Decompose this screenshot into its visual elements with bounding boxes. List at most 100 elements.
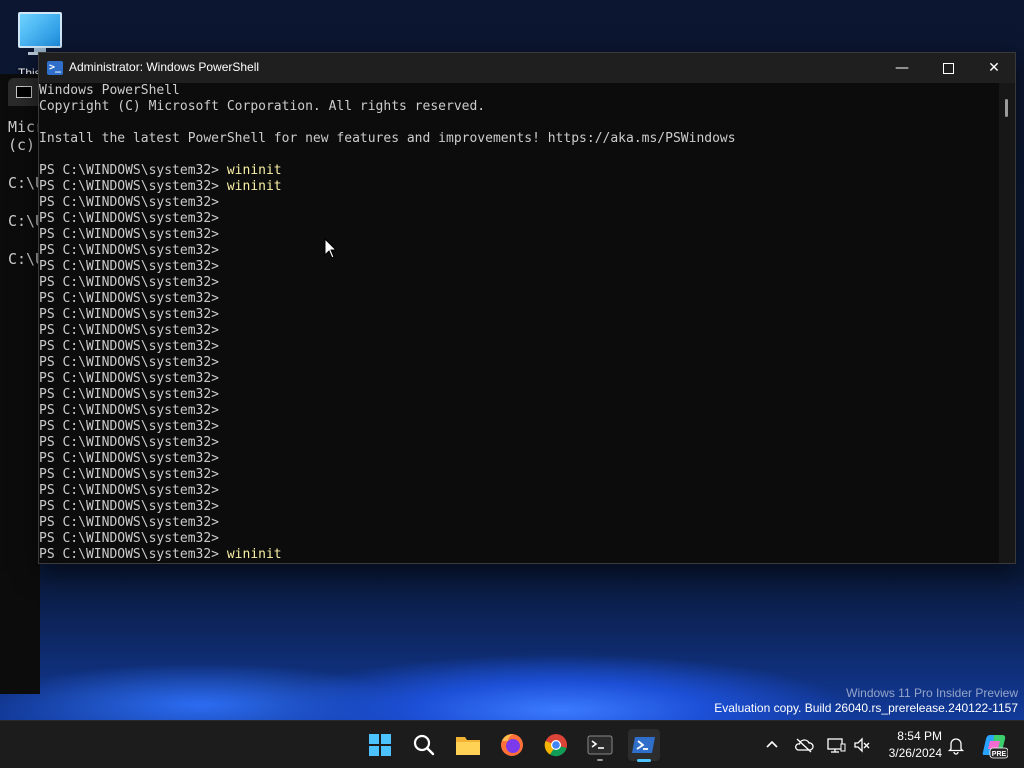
command-text: wininit	[226, 547, 282, 562]
prompt-text: PS C:\WINDOWS\system32>	[39, 195, 227, 210]
console-prompt-line: PS C:\WINDOWS\system32>	[39, 435, 999, 451]
console-prompt-line: PS C:\WINDOWS\system32>	[39, 451, 999, 467]
console-prompt-line: PS C:\WINDOWS\system32> wininit	[39, 547, 999, 563]
mouse-pointer-icon	[324, 238, 338, 259]
powershell-icon	[632, 737, 655, 753]
console-prompt-line: PS C:\WINDOWS\system32>	[39, 211, 999, 227]
prompt-text: PS C:\WINDOWS\system32>	[39, 275, 227, 290]
prompt-text: PS C:\WINDOWS\system32>	[39, 547, 227, 562]
firefox-button[interactable]	[496, 729, 528, 761]
command-text: wininit	[226, 163, 282, 178]
taskbar: 8:54 PM 3/26/2024 PRE	[0, 720, 1024, 768]
prompt-text: PS C:\WINDOWS\system32>	[39, 371, 227, 386]
maximize-icon	[942, 62, 954, 74]
cmd-line: (c)	[8, 136, 36, 154]
prompt-text: PS C:\WINDOWS\system32>	[39, 227, 227, 242]
console-prompt-line: PS C:\WINDOWS\system32>	[39, 355, 999, 371]
search-button[interactable]	[408, 729, 440, 761]
console-prompt-line: PS C:\WINDOWS\system32> wininit	[39, 163, 999, 179]
console-output[interactable]: Windows PowerShell Copyright (C) Microsof…	[39, 83, 999, 563]
copilot-icon: PRE	[982, 735, 1009, 759]
terminal-button[interactable]	[584, 729, 616, 761]
window-title: Administrator: Windows PowerShell	[69, 60, 260, 74]
folder-icon	[456, 737, 480, 755]
firefox-icon	[501, 734, 523, 756]
prompt-text: PS C:\WINDOWS\system32>	[39, 179, 227, 194]
prompt-text: PS C:\WINDOWS\system32>	[39, 467, 227, 482]
watermark-build: Evaluation copy. Build 26040.rs_prerelea…	[714, 701, 1018, 715]
show-hidden-icons-button[interactable]	[760, 733, 784, 757]
console-prompt-line: PS C:\WINDOWS\system32>	[39, 403, 999, 419]
console-prompt-line: PS C:\WINDOWS\system32>	[39, 387, 999, 403]
prompt-text: PS C:\WINDOWS\system32>	[39, 435, 227, 450]
console-prompt-line: PS C:\WINDOWS\system32>	[39, 259, 999, 275]
chrome-button[interactable]	[540, 729, 572, 761]
console-header-line: Copyright (C) Microsoft Corporation. All…	[39, 99, 486, 114]
onedrive-button[interactable]	[792, 733, 816, 757]
console-prompt-line: PS C:\WINDOWS\system32>	[39, 323, 999, 339]
prompt-text: PS C:\WINDOWS\system32>	[39, 515, 227, 530]
console-prompt-line: PS C:\WINDOWS\system32>	[39, 531, 999, 547]
prompt-text: PS C:\WINDOWS\system32>	[39, 291, 227, 306]
volume-muted-icon	[854, 737, 870, 753]
console-prompt-line: PS C:\WINDOWS\system32>	[39, 243, 999, 259]
chevron-up-icon	[766, 740, 778, 748]
network-monitor-icon	[827, 738, 846, 753]
cloud-offline-icon	[795, 738, 814, 753]
cmd-icon	[16, 86, 32, 98]
close-button[interactable]: ✕	[971, 53, 1017, 83]
file-explorer-button[interactable]	[452, 729, 484, 761]
cmd-line: Micr	[8, 118, 40, 136]
prompt-text: PS C:\WINDOWS\system32>	[39, 355, 227, 370]
cmd-tab[interactable]	[8, 78, 40, 106]
prompt-text: PS C:\WINDOWS\system32>	[39, 323, 227, 338]
cmd-line: C:\U	[8, 250, 40, 268]
prompt-text: PS C:\WINDOWS\system32>	[39, 451, 227, 466]
background-cmd-window[interactable]: Micr (c) C:\U C:\U C:\U	[0, 74, 40, 694]
console-prompt-line: PS C:\WINDOWS\system32>	[39, 483, 999, 499]
prompt-text: PS C:\WINDOWS\system32>	[39, 419, 227, 434]
console-prompt-line: PS C:\WINDOWS\system32>	[39, 371, 999, 387]
console-prompt-line: PS C:\WINDOWS\system32>	[39, 419, 999, 435]
running-indicator	[597, 759, 603, 761]
cmd-line: C:\U	[8, 174, 40, 192]
maximize-button[interactable]	[925, 53, 971, 83]
minimize-icon: —	[895, 60, 909, 76]
prompt-text: PS C:\WINDOWS\system32>	[39, 403, 227, 418]
console-prompt-line: PS C:\WINDOWS\system32>	[39, 195, 999, 211]
console-header-line: Install the latest PowerShell for new fe…	[39, 131, 736, 146]
watermark-edition: Windows 11 Pro Insider Preview	[846, 686, 1018, 700]
scrollbar-thumb[interactable]	[1005, 99, 1008, 117]
title-bar[interactable]: >_ Administrator: Windows PowerShell — ✕	[39, 53, 1015, 83]
console-prompt-line: PS C:\WINDOWS\system32>	[39, 467, 999, 483]
prompt-text: PS C:\WINDOWS\system32>	[39, 387, 227, 402]
copilot-button[interactable]: PRE	[980, 731, 1009, 759]
powershell-window[interactable]: >_ Administrator: Windows PowerShell — ✕…	[38, 52, 1016, 564]
prompt-text: PS C:\WINDOWS\system32>	[39, 163, 227, 178]
console-header-line: Windows PowerShell	[39, 83, 180, 98]
active-indicator	[637, 759, 651, 762]
console-prompt-line: PS C:\WINDOWS\system32>	[39, 291, 999, 307]
network-button[interactable]	[824, 733, 848, 757]
console-prompt-line: PS C:\WINDOWS\system32> wininit	[39, 179, 999, 195]
prompt-text: PS C:\WINDOWS\system32>	[39, 259, 227, 274]
prompt-text: PS C:\WINDOWS\system32>	[39, 243, 227, 258]
start-button[interactable]	[364, 729, 396, 761]
minimize-button[interactable]: —	[879, 53, 925, 83]
terminal-icon	[587, 735, 613, 755]
notifications-button[interactable]	[944, 733, 968, 757]
clock-time[interactable]: 8:54 PM	[880, 729, 942, 743]
console-prompt-line: PS C:\WINDOWS\system32>	[39, 515, 999, 531]
console-prompt-line: PS C:\WINDOWS\system32>	[39, 499, 999, 515]
prompt-text: PS C:\WINDOWS\system32>	[39, 211, 227, 226]
vertical-scrollbar[interactable]	[999, 83, 1015, 563]
powershell-icon: >_	[47, 61, 63, 75]
powershell-taskbar-button[interactable]	[628, 729, 660, 762]
command-text: wininit	[226, 179, 282, 194]
prompt-text: PS C:\WINDOWS\system32>	[39, 339, 227, 354]
volume-button[interactable]	[850, 733, 874, 757]
chrome-icon	[544, 734, 567, 757]
prompt-text: PS C:\WINDOWS\system32>	[39, 483, 227, 498]
clock-date[interactable]: 3/26/2024	[880, 746, 942, 760]
close-icon: ✕	[988, 60, 1000, 76]
